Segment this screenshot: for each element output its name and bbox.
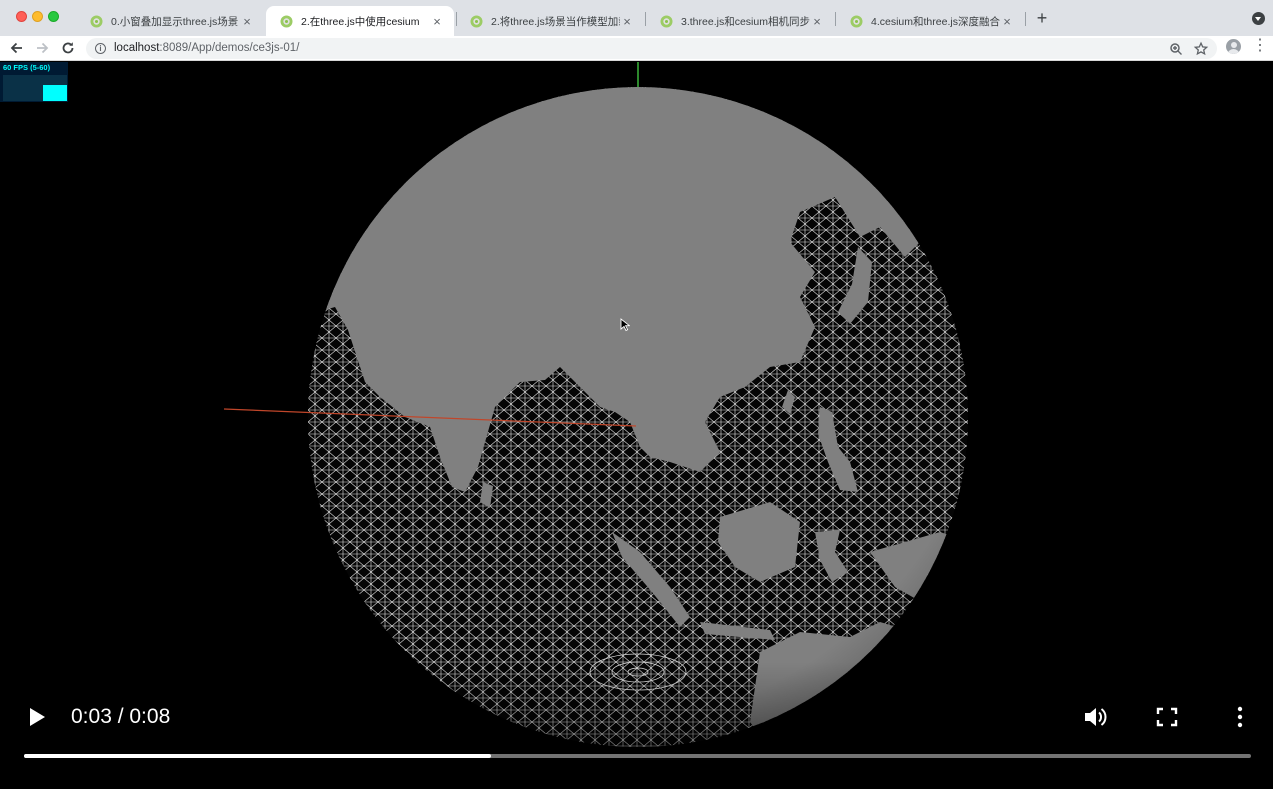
- volume-icon[interactable]: [1081, 702, 1109, 732]
- tab-2[interactable]: 2.将three.js场景当作模型加载 ×: [456, 6, 644, 36]
- arrow-right-icon[interactable]: [33, 39, 51, 57]
- new-tab-button[interactable]: +: [1033, 9, 1051, 27]
- webgl-viewport[interactable]: 60 FPS (5-60) 0:03 / 0:08: [0, 62, 1273, 789]
- tab-close-icon[interactable]: ×: [240, 14, 254, 29]
- tab-favicon-icon: [660, 15, 673, 27]
- globe-surface: [308, 87, 968, 747]
- fps-graph-bar: [43, 85, 67, 101]
- url-text[interactable]: localhost:8089/App/demos/ce3js-01/: [114, 42, 299, 54]
- site-info-icon[interactable]: i: [95, 43, 106, 54]
- tab-close-icon[interactable]: ×: [810, 14, 824, 29]
- tab-close-icon[interactable]: ×: [430, 14, 444, 29]
- arrow-left-icon[interactable]: [8, 39, 26, 57]
- video-progress-bar[interactable]: [24, 754, 1251, 758]
- tab-favicon-icon: [850, 15, 863, 27]
- address-bar[interactable]: i localhost:8089/App/demos/ce3js-01/: [86, 38, 1217, 59]
- magnifier-icon[interactable]: [1168, 41, 1184, 57]
- fps-graph: [3, 75, 67, 101]
- browser-window: 0.小窗叠加显示three.js场景 × 2.在three.js中使用cesiu…: [0, 0, 1273, 789]
- tab-close-icon[interactable]: ×: [620, 14, 634, 29]
- stats-panel[interactable]: 60 FPS (5-60): [0, 62, 68, 102]
- window-maximize-button[interactable]: [48, 11, 59, 22]
- tab-separator: [1025, 12, 1026, 26]
- tab-title: 4.cesium和three.js深度融合: [871, 15, 1000, 28]
- reload-icon[interactable]: [59, 39, 77, 57]
- globe-shading: [308, 87, 968, 747]
- tab-title: 3.three.js和cesium相机同步: [681, 15, 810, 28]
- tab-favicon-icon: [90, 15, 103, 27]
- video-progress-fill: [24, 754, 492, 758]
- tab-favicon-icon: [470, 15, 483, 27]
- tab-1[interactable]: 2.在three.js中使用cesium ×: [266, 6, 454, 36]
- vertical-dots-icon[interactable]: [1226, 702, 1254, 732]
- fullscreen-icon[interactable]: [1153, 702, 1181, 732]
- play-icon[interactable]: [24, 702, 50, 732]
- url-host: localhost: [114, 42, 160, 54]
- tab-4[interactable]: 4.cesium和three.js深度融合 ×: [836, 6, 1024, 36]
- tab-title: 2.在three.js中使用cesium: [301, 15, 420, 28]
- star-icon[interactable]: [1193, 41, 1209, 57]
- tab-close-icon[interactable]: ×: [1000, 14, 1014, 29]
- fps-readout: 60 FPS (5-60): [3, 63, 51, 72]
- browser-toolbar: i localhost:8089/App/demos/ce3js-01/: [0, 36, 1273, 61]
- mouse-cursor-icon: [620, 318, 630, 332]
- window-close-button[interactable]: [16, 11, 27, 22]
- tab-0[interactable]: 0.小窗叠加显示three.js场景 ×: [76, 6, 264, 36]
- tab-favicon-icon: [280, 15, 293, 27]
- chrome-menu-icon[interactable]: ⋮: [1252, 38, 1268, 55]
- tab-title: 0.小窗叠加显示three.js场景: [111, 15, 239, 28]
- tab-3[interactable]: 3.three.js和cesium相机同步 ×: [646, 6, 834, 36]
- video-time-display: 0:03 / 0:08: [71, 705, 171, 728]
- tab-strip: 0.小窗叠加显示three.js场景 × 2.在three.js中使用cesiu…: [0, 0, 1273, 36]
- tab-search-icon[interactable]: [1252, 12, 1265, 25]
- tab-title: 2.将three.js场景当作模型加载: [491, 15, 620, 28]
- window-minimize-button[interactable]: [32, 11, 43, 22]
- profile-avatar-icon[interactable]: [1226, 39, 1241, 54]
- url-path: :8089/App/demos/ce3js-01/: [159, 42, 300, 54]
